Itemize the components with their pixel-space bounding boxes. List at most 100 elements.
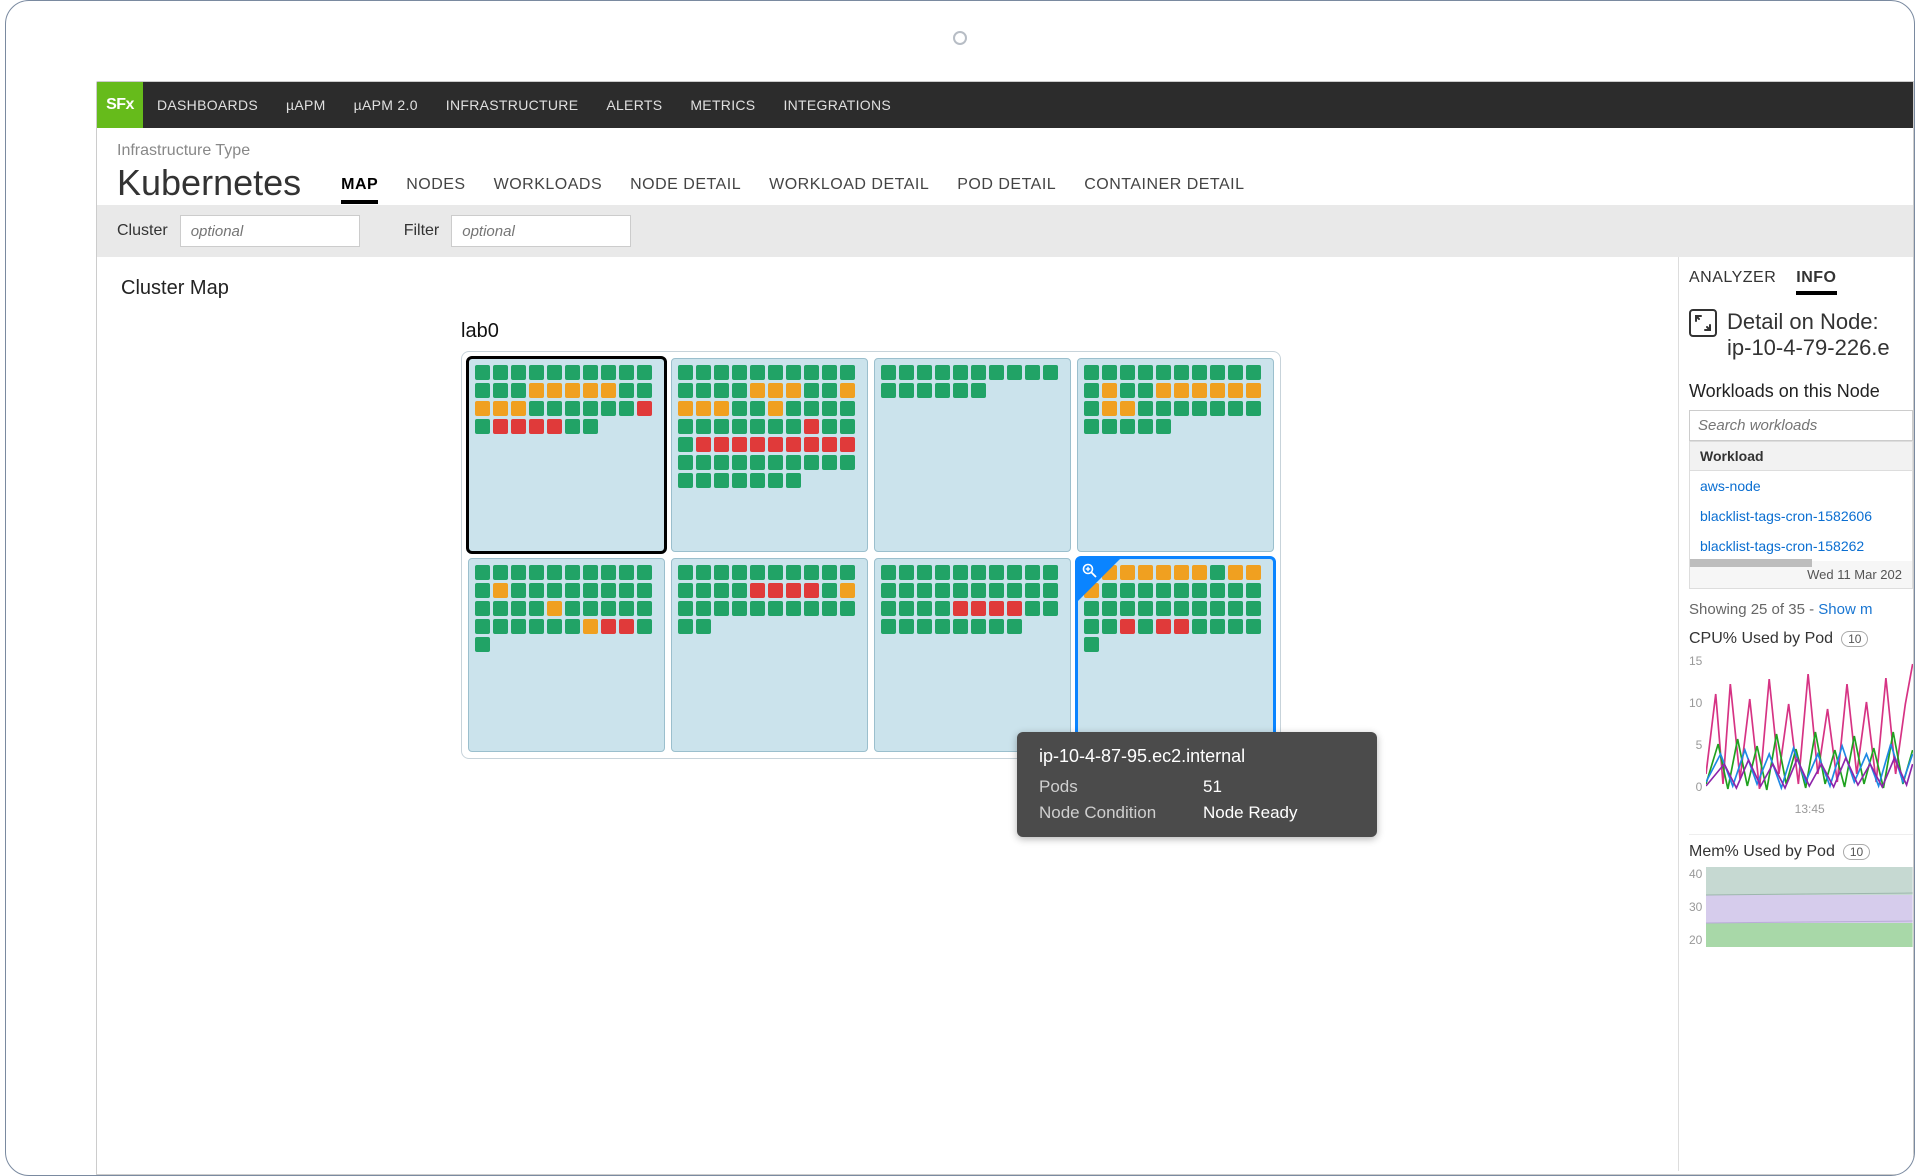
pod[interactable] [565,601,580,616]
pod[interactable] [1138,565,1153,580]
pod[interactable] [493,619,508,634]
show-more-link[interactable]: Show m [1818,601,1872,618]
cpu-chart-pill[interactable]: 10 [1841,631,1868,647]
pod[interactable] [1228,401,1243,416]
pod[interactable] [1174,601,1189,616]
pod[interactable] [786,401,801,416]
pod[interactable] [493,401,508,416]
pod[interactable] [935,383,950,398]
pod[interactable] [750,473,765,488]
pod[interactable] [1120,365,1135,380]
pod[interactable] [696,619,711,634]
pod[interactable] [1192,583,1207,598]
pod[interactable] [565,365,580,380]
pod[interactable] [1210,565,1225,580]
pod[interactable] [1246,565,1261,580]
pod[interactable] [475,565,490,580]
pod[interactable] [475,419,490,434]
pod[interactable] [714,601,729,616]
pod[interactable] [619,383,634,398]
pod[interactable] [493,419,508,434]
pod[interactable] [899,383,914,398]
pod[interactable] [1156,565,1171,580]
pod[interactable] [786,365,801,380]
nav--apm[interactable]: µAPM [272,97,340,113]
pod[interactable] [714,565,729,580]
pod[interactable] [547,383,562,398]
pod[interactable] [840,419,855,434]
pod[interactable] [971,619,986,634]
pod[interactable] [1084,401,1099,416]
pod[interactable] [881,365,896,380]
pod[interactable] [583,419,598,434]
pod[interactable] [989,619,1004,634]
pod[interactable] [475,637,490,652]
pod[interactable] [714,437,729,452]
pod[interactable] [619,565,634,580]
pod[interactable] [601,583,616,598]
pod[interactable] [804,419,819,434]
pod[interactable] [637,383,652,398]
pod[interactable] [1174,383,1189,398]
pod[interactable] [804,401,819,416]
pod[interactable] [1084,365,1099,380]
pod[interactable] [696,383,711,398]
pod[interactable] [1246,383,1261,398]
pod[interactable] [493,583,508,598]
pod[interactable] [786,437,801,452]
nav-integrations[interactable]: INTEGRATIONS [769,97,905,113]
pod[interactable] [1043,583,1058,598]
pod[interactable] [840,455,855,470]
pod[interactable] [786,419,801,434]
pod[interactable] [511,583,526,598]
pod[interactable] [1102,365,1117,380]
pod[interactable] [1120,565,1135,580]
pod[interactable] [1156,365,1171,380]
pod[interactable] [714,455,729,470]
mem-chart-pill[interactable]: 10 [1843,844,1870,860]
pod[interactable] [881,601,896,616]
pod[interactable] [750,419,765,434]
pod[interactable] [678,401,693,416]
pod[interactable] [696,419,711,434]
node-card[interactable] [874,358,1071,552]
pod[interactable] [1025,365,1040,380]
pod[interactable] [935,565,950,580]
pod[interactable] [768,455,783,470]
pod[interactable] [714,383,729,398]
pod[interactable] [1084,619,1099,634]
pod[interactable] [840,383,855,398]
pod[interactable] [475,583,490,598]
pod[interactable] [678,583,693,598]
pod[interactable] [678,565,693,580]
node-card[interactable] [468,358,665,552]
pod[interactable] [529,419,544,434]
search-workloads-input[interactable] [1689,410,1913,441]
pod[interactable] [750,455,765,470]
node-card[interactable] [874,558,1071,752]
pod[interactable] [1246,619,1261,634]
pod[interactable] [750,601,765,616]
pod[interactable] [678,601,693,616]
pod[interactable] [750,583,765,598]
pod[interactable] [917,565,932,580]
pod[interactable] [899,583,914,598]
pod[interactable] [768,473,783,488]
pod[interactable] [1210,583,1225,598]
pod[interactable] [565,383,580,398]
pod[interactable] [529,619,544,634]
subtab-nodes[interactable]: NODES [406,176,465,204]
pod[interactable] [493,365,508,380]
pod[interactable] [989,601,1004,616]
pod[interactable] [768,365,783,380]
pod[interactable] [804,601,819,616]
pod[interactable] [1156,383,1171,398]
pod[interactable] [732,455,747,470]
pod[interactable] [804,565,819,580]
pod[interactable] [750,383,765,398]
pod[interactable] [822,365,837,380]
pod[interactable] [565,565,580,580]
pod[interactable] [1228,565,1243,580]
pod[interactable] [1192,383,1207,398]
cluster-filter-input[interactable] [180,215,360,247]
